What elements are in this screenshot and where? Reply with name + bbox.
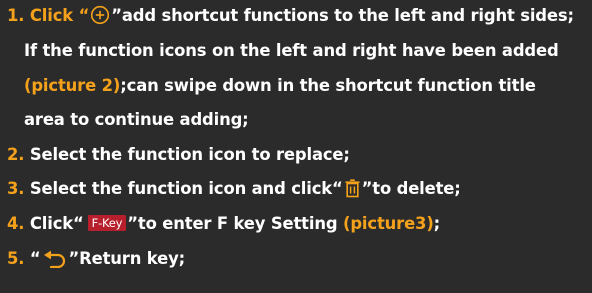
trash-icon [344,179,361,204]
step-1-line-1: 1. Click “ ”add shortcut functions to the… [7,5,574,31]
step-2-text: Select the function icon to replace; [29,145,350,164]
step-3-number: 3. [7,179,25,198]
step-1-number: 1. [7,6,25,25]
step-1-description: ”add shortcut functions to the left and … [111,6,574,25]
return-arrow-icon [42,250,68,274]
step-2-number: 2. [7,145,25,164]
step-4-mid-text: ”to enter F key Setting [127,214,338,233]
picture-3-reference: (picture3) [343,214,434,233]
step-5-post-text: ”Return key; [68,249,186,268]
step-3: 3. Select the function icon and click“ ”t… [7,178,461,204]
f-key-badge: F-Key [87,215,127,231]
step-5-number: 5. [7,249,25,268]
step-1-click-text: Click “ [29,6,90,25]
picture-2-reference: (picture 2) [24,76,121,95]
step-4: 4. Click“ F-Key ”to enter F key Setting (p… [7,213,440,235]
step-1-line-3: (picture 2);can swipe down in the shortc… [24,75,536,97]
step-5-pre-text: “ [29,249,41,268]
step-2: 2. Select the function icon to replace; [7,144,350,166]
step-4-post-text: ; [433,214,441,233]
step-4-pre-text: Click“ [29,214,84,233]
step-3-pre-text: Select the function icon and click“ [29,179,343,198]
step-4-number: 4. [7,214,25,233]
instructions-panel: 1. Click “ ”add shortcut functions to the… [0,0,592,293]
step-1-line-4: area to continue adding; [24,110,249,129]
step-1-line-2: If the function icons on the left and ri… [24,41,559,60]
step-5: 5. “ ”Return key; [7,248,185,274]
step-3-post-text: ”to delete; [361,179,461,198]
plus-circle-icon [90,5,110,31]
step-1-continuation: ;can swipe down in the shortcut function… [120,76,536,95]
